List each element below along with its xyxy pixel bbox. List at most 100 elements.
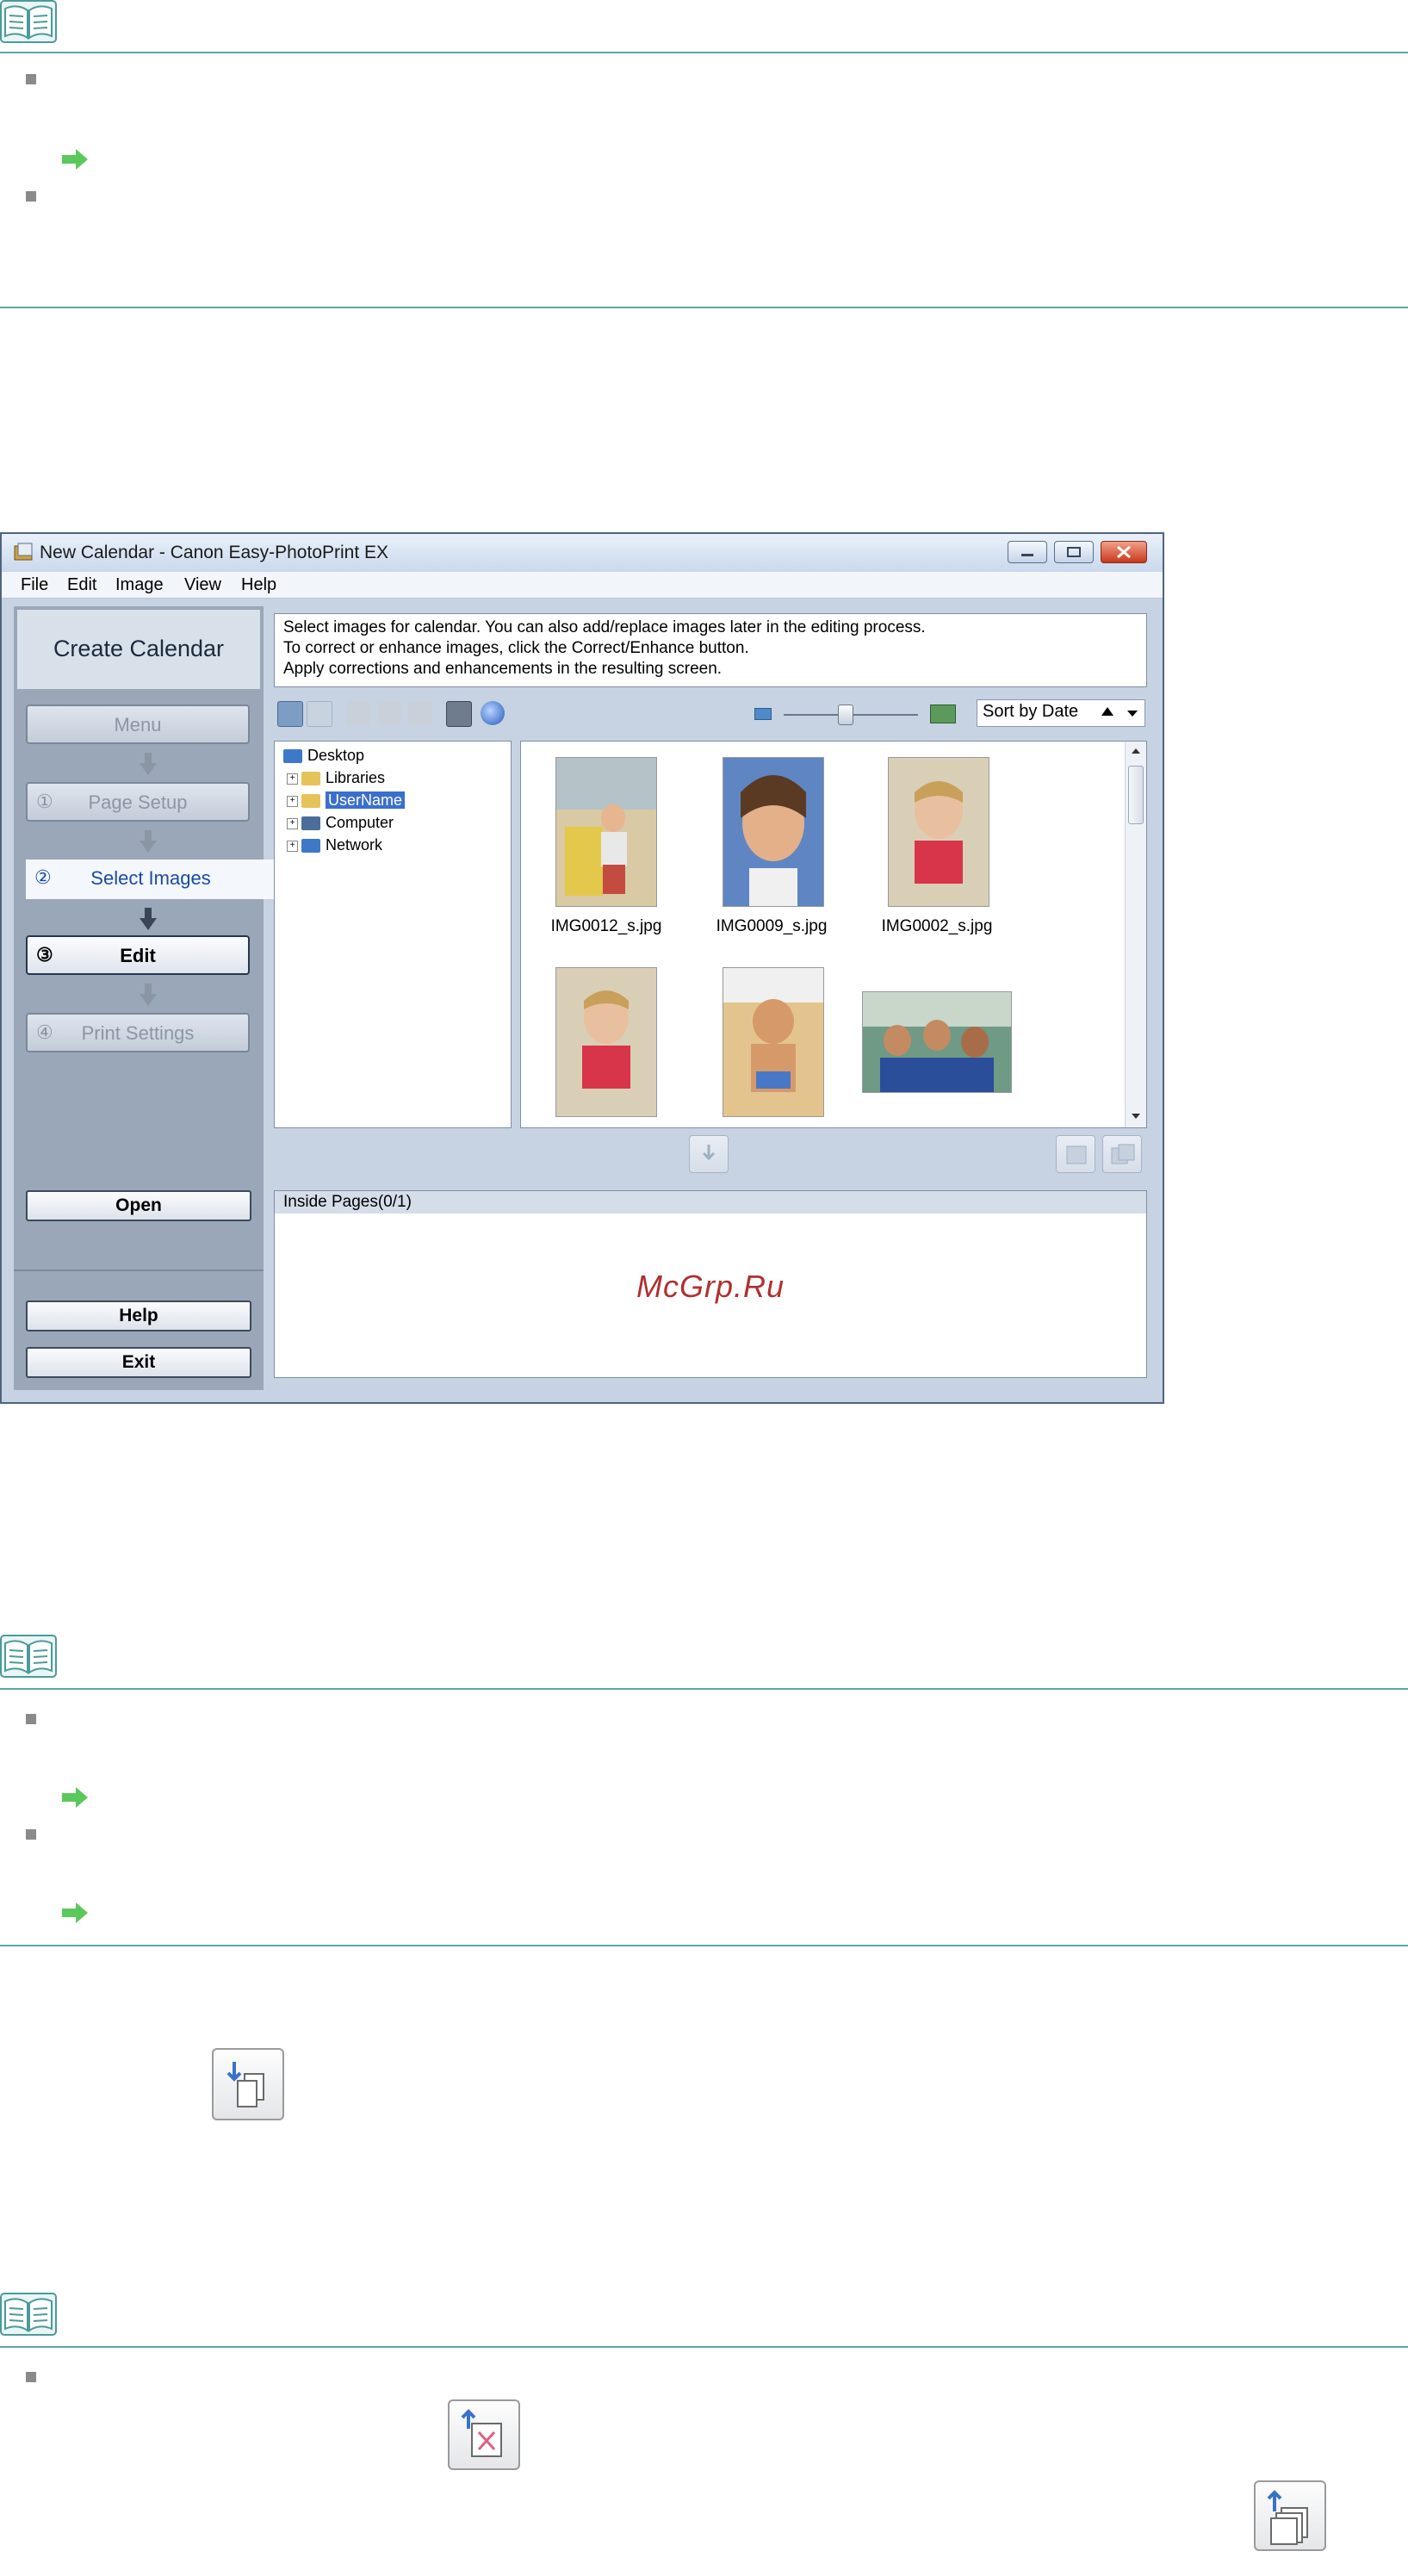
- network-icon: [301, 839, 320, 853]
- inside-pages-panel: Inside Pages(0/1) McGrp.Ru: [274, 1190, 1147, 1378]
- tree-item-desktop[interactable]: Desktop: [283, 747, 364, 767]
- note-book-icon: [0, 2293, 57, 2336]
- window-title: New Calendar - Canon Easy-PhotoPrint EX: [40, 543, 389, 562]
- expand-icon[interactable]: +: [287, 795, 298, 807]
- note-bottom-rule: [0, 1945, 1408, 1946]
- tree-item-label: Libraries: [326, 769, 386, 786]
- desktop-icon: [283, 749, 302, 764]
- step-edit[interactable]: ③ Edit: [26, 935, 250, 975]
- step-select-images[interactable]: ② Select Images: [26, 860, 276, 899]
- sidebar-header: Create Calendar: [17, 610, 260, 689]
- menu-help[interactable]: Help: [241, 575, 276, 595]
- menu-button-label: Menu: [114, 714, 162, 736]
- open-button[interactable]: Open: [26, 1190, 251, 1221]
- step-arrow-icon: [140, 908, 157, 930]
- close-button[interactable]: [1101, 541, 1147, 563]
- step-arrow-icon: [140, 753, 157, 775]
- scroll-up-icon[interactable]: [1132, 748, 1140, 754]
- tree-item-username[interactable]: + UserName: [287, 791, 406, 812]
- deselect-all-icon[interactable]: [307, 701, 332, 727]
- step-print-settings[interactable]: ④ Print Settings: [26, 1013, 250, 1052]
- scroll-down-icon[interactable]: [1132, 1114, 1140, 1119]
- thumbnail-size-small-icon: [754, 708, 772, 720]
- step-arrow-icon: [140, 984, 157, 1006]
- watermark-text: McGrp.Ru: [636, 1269, 785, 1304]
- tree-item-label: Network: [326, 836, 383, 853]
- tree-item-network[interactable]: + Network: [287, 836, 382, 857]
- step-label: Page Setup: [88, 791, 188, 813]
- expand-icon[interactable]: +: [287, 773, 298, 785]
- photo-thumbnail[interactable]: [888, 757, 989, 907]
- remove-all-images-button[interactable]: [1102, 1135, 1142, 1173]
- remove-image-button[interactable]: [1056, 1135, 1095, 1173]
- step-label: Edit: [120, 945, 156, 966]
- photo-thumbnail[interactable]: [862, 991, 1012, 1093]
- remove-image-icon: [448, 2399, 520, 2470]
- title-bar: New Calendar - Canon Easy-PhotoPrint EX: [2, 534, 1163, 572]
- expand-icon[interactable]: +: [287, 840, 298, 852]
- slider-thumb[interactable]: [838, 705, 853, 725]
- thumbnail-caption: IMG0009_s.jpg: [716, 917, 828, 935]
- rotate-icon[interactable]: [377, 701, 401, 725]
- sort-dropdown[interactable]: Sort by Date: [977, 699, 1145, 727]
- note-top-rule: [0, 2346, 1408, 2348]
- link-arrow-icon[interactable]: [60, 1902, 90, 1924]
- thumbnail-area: IMG0012_s.jpg IMG0009_s.jpg IMG0002_s.jp…: [520, 741, 1147, 1128]
- library-folder-icon: [301, 772, 320, 786]
- menu-edit[interactable]: Edit: [67, 575, 96, 595]
- folder-tree: Desktop + Libraries + UserName + Computer +…: [274, 741, 512, 1128]
- menu-button[interactable]: Menu: [26, 705, 250, 744]
- sort-label: Sort by Date: [983, 702, 1079, 721]
- tree-item-computer[interactable]: + Computer: [287, 814, 394, 835]
- photo-thumbnail[interactable]: [723, 967, 824, 1117]
- menu-view[interactable]: View: [184, 575, 221, 595]
- link-arrow-icon[interactable]: [60, 148, 90, 171]
- exit-button[interactable]: Exit: [26, 1347, 251, 1378]
- add-image-button[interactable]: [689, 1135, 729, 1173]
- scroll-thumb[interactable]: [1128, 766, 1144, 824]
- tree-item-label: Computer: [326, 814, 394, 831]
- expand-icon[interactable]: +: [287, 817, 298, 829]
- sidebar-divider: [14, 1269, 264, 1271]
- help-button[interactable]: Help: [26, 1300, 251, 1331]
- photo-thumbnail[interactable]: [555, 967, 657, 1117]
- thumbnail-size-slider[interactable]: [784, 705, 918, 725]
- sidebar-title: Create Calendar: [53, 636, 225, 661]
- tree-item-label: UserName: [326, 791, 406, 809]
- inside-pages-header: Inside Pages(0/1): [275, 1191, 1146, 1214]
- instruction-line: To correct or enhance images, click the …: [283, 639, 749, 657]
- menu-image[interactable]: Image: [115, 575, 164, 595]
- bullet-marker: [26, 2372, 36, 2382]
- thumbnail-caption: IMG0002_s.jpg: [881, 917, 993, 935]
- chevron-down-icon[interactable]: [1127, 711, 1138, 717]
- instruction-line: Apply corrections and enhancements in th…: [283, 660, 723, 678]
- link-arrow-icon[interactable]: [60, 1786, 90, 1809]
- user-folder-icon: [301, 794, 320, 809]
- computer-icon: [301, 816, 320, 831]
- select-all-icon[interactable]: [277, 701, 303, 727]
- bullet-marker: [26, 1829, 36, 1840]
- step-label: Select Images: [90, 867, 211, 889]
- instructions-panel: Select images for calendar. You can also…: [274, 613, 1147, 687]
- note-bottom-rule: [0, 307, 1408, 308]
- tree-item-label: Desktop: [307, 747, 365, 764]
- remove-all-images-icon: [1254, 2480, 1326, 2551]
- bullet-marker: [26, 1714, 36, 1724]
- special-filter-icon[interactable]: [408, 701, 432, 725]
- vertical-scrollbar[interactable]: [1125, 742, 1146, 1127]
- minimize-button[interactable]: [1008, 541, 1047, 563]
- correct-enhance-icon[interactable]: [346, 701, 370, 725]
- photo-thumbnail[interactable]: [723, 757, 824, 907]
- step-page-setup[interactable]: ① Page Setup: [26, 782, 250, 822]
- sidebar: Create Calendar Menu ① Page Setup ② Sele…: [14, 606, 276, 1390]
- app-window: New Calendar - Canon Easy-PhotoPrint EX …: [0, 532, 1164, 1404]
- scan-icon[interactable]: [446, 701, 472, 727]
- tree-item-libraries[interactable]: + Libraries: [287, 769, 385, 790]
- maximize-button[interactable]: [1054, 541, 1094, 563]
- menu-file[interactable]: File: [21, 575, 48, 595]
- menu-bar: File Edit Image View Help: [2, 572, 1163, 599]
- photo-thumbnail[interactable]: [555, 757, 657, 907]
- sort-direction-icon: [1101, 707, 1113, 716]
- web-globe-icon[interactable]: [481, 701, 505, 725]
- note-book-icon: [0, 1635, 57, 1678]
